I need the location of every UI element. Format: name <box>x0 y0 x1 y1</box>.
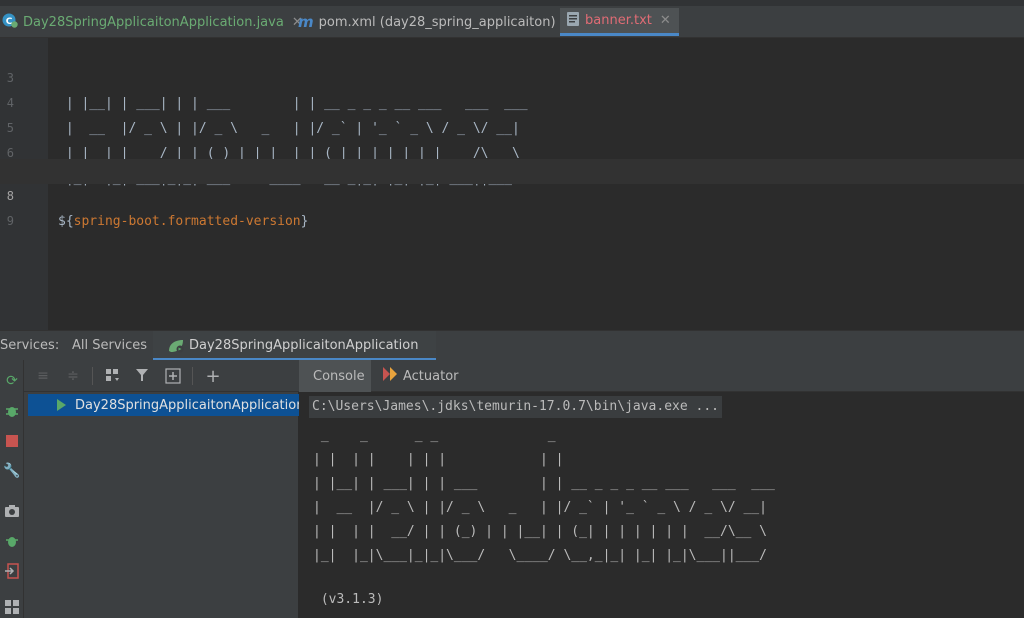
new-tab-icon[interactable] <box>164 367 182 385</box>
tab-pom-xml[interactable]: m pom.xml (day28_spring_applicaiton) ✕ <box>298 8 574 36</box>
code-line[interactable]: 4 | __ |/ _ \ | |/ _ \ _ | |/ _` | '_ ` … <box>0 66 1024 136</box>
console-line: (v3.1.3) <box>313 592 384 607</box>
tab-java-class[interactable]: C Day28SpringApplicaitonApplication.java… <box>2 8 303 36</box>
tree-item-label: Day28SpringApplicaitonApplication <box>75 397 305 413</box>
console-line: | |__| | ___| | | ___ | | __ _ _ _ __ __… <box>313 476 775 491</box>
spring-boot-icon <box>167 338 185 358</box>
console-line: | | | | | | | | | <box>313 452 564 467</box>
rerun-icon[interactable]: ⟳ <box>3 372 21 390</box>
tab-label: Console <box>313 368 365 384</box>
command-line: C:\Users\James\.jdks\temurin-17.0.7\bin\… <box>309 396 722 418</box>
camera-icon[interactable] <box>3 502 21 520</box>
collapse-all-icon[interactable]: ≑ <box>64 367 82 385</box>
console-line: | | | | __/ | | (_) | | |__| | (_| | | |… <box>313 524 767 539</box>
group-by-icon[interactable] <box>104 367 122 385</box>
console-line: | __ |/ _ \ | |/ _ \ _ | |/ _` | '_ ` _ … <box>313 500 767 515</box>
top-strip <box>0 0 1024 6</box>
tab-label: Day28SpringApplicaitonApplication <box>189 338 419 353</box>
tab-label: banner.txt <box>585 13 652 28</box>
wrench-icon[interactable]: 🔧 <box>3 462 21 480</box>
console-output[interactable]: C:\Users\James\.jdks\temurin-17.0.7\bin\… <box>299 392 1024 618</box>
maven-m-icon: m <box>298 13 314 31</box>
services-tree: Day28SpringApplicaitonApplication <box>24 392 304 618</box>
tab-label: Actuator <box>403 368 459 384</box>
line-number: 9 <box>6 214 14 228</box>
template-key: spring-boot.formatted-version <box>73 214 301 229</box>
template-close: } <box>300 214 309 229</box>
code-line[interactable]: 9 <box>0 184 1024 228</box>
code-line-current[interactable]: 8 ${spring-boot.formatted-version} <box>0 159 1024 229</box>
code-line[interactable]: 6 |_| |_|\___|_|_|\___/ \____/ \__,_|_| … <box>0 116 1024 186</box>
actuator-icon <box>383 367 397 385</box>
exit-icon[interactable] <box>3 562 21 580</box>
layout-icon[interactable] <box>3 598 21 616</box>
spring-boot-class-icon: C <box>2 12 18 32</box>
console-line: _ _ _ _ _ <box>313 428 556 443</box>
stop-icon[interactable] <box>3 432 21 450</box>
tab-banner-txt[interactable]: banner.txt ✕ <box>560 8 679 36</box>
services-side-toolbar: ⟳ 🔧 <box>0 360 24 618</box>
expand-all-icon[interactable]: ≡ <box>34 367 52 385</box>
run-icon <box>57 399 66 411</box>
debug-attach-icon[interactable] <box>3 532 21 550</box>
tab-console[interactable]: Console <box>299 360 371 392</box>
services-tree-toolbar: ≡ ≑ + <box>24 360 299 392</box>
code-line[interactable]: 3 | |__| | ___| | | ___ | | __ _ _ _ __ … <box>0 41 1024 111</box>
text-file-icon <box>566 11 580 31</box>
template-open: ${ <box>58 214 74 229</box>
line-text: ${spring-boot.formatted-version} <box>58 209 308 234</box>
services-header: Services: All Services Day28SpringApplic… <box>0 330 1024 361</box>
code-editor[interactable]: 3 | |__| | ___| | | ___ | | __ _ _ _ __ … <box>0 38 1024 330</box>
filter-icon[interactable] <box>134 367 152 385</box>
console-tabs: Console Actuator <box>299 360 1024 392</box>
all-services-tab[interactable]: All Services <box>72 338 147 353</box>
tab-label: Day28SpringApplicaitonApplication.java <box>23 14 284 30</box>
close-icon[interactable]: ✕ <box>660 13 671 28</box>
tab-application-service[interactable]: Day28SpringApplicaitonApplication <box>153 331 436 361</box>
tab-label: pom.xml (day28_spring_applicaiton) <box>318 14 556 30</box>
toolbar-separator <box>192 367 193 385</box>
tab-actuator[interactable]: Actuator <box>383 360 459 392</box>
editor-tab-bar: C Day28SpringApplicaitonApplication.java… <box>0 0 1024 38</box>
services-label: Services: <box>0 338 60 353</box>
console-line: |_| |_|\___|_|_|\___/ \____/ \__,_|_| |_… <box>313 548 767 563</box>
add-service-icon[interactable]: + <box>204 366 222 387</box>
code-line[interactable]: 5 | | | | __/ | | (_) | | |__| | (_| | |… <box>0 91 1024 161</box>
toolbar-separator <box>92 367 93 385</box>
debug-bug-icon[interactable] <box>3 402 21 420</box>
tree-item-application[interactable]: Day28SpringApplicaitonApplication <box>28 394 304 416</box>
